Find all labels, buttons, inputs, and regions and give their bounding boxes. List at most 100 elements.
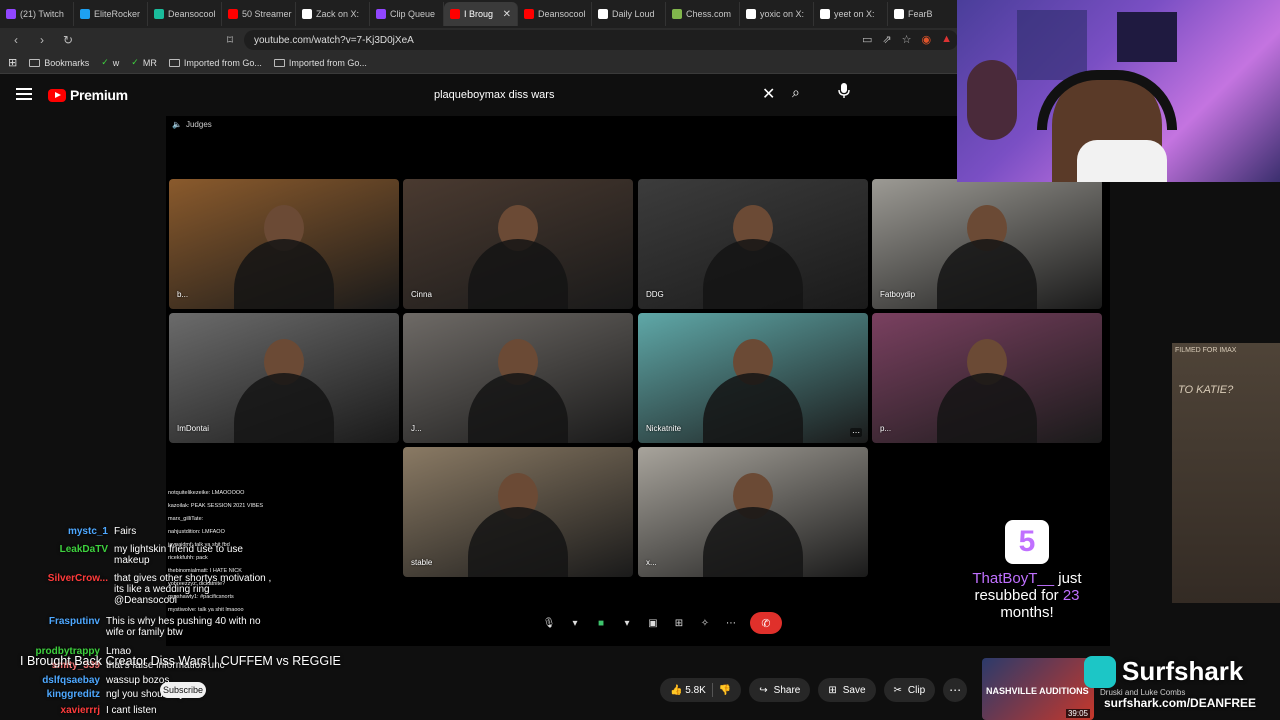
participant-body [234, 239, 334, 309]
chevron-down-icon[interactable]: ▾ [620, 616, 634, 630]
browser-tab[interactable]: Zack on X: [296, 2, 370, 26]
participant-body [468, 507, 568, 577]
cast-icon[interactable]: ▭ [862, 33, 872, 46]
bookmark-item[interactable]: ✓ MR [131, 57, 157, 68]
share-label: Share [773, 684, 801, 696]
resub-months: 23 [1062, 587, 1080, 604]
grid-view-icon[interactable]: ⊞ [672, 616, 686, 630]
tab-label: Daily Loud [612, 9, 655, 19]
participant-tile[interactable]: ImDontai [169, 313, 399, 443]
participant-more-icon[interactable]: ⋯ [850, 428, 862, 437]
participant-name: Cinna [411, 290, 432, 299]
browser-tab[interactable]: Deansocool [518, 2, 592, 26]
save-button[interactable]: ⊞ Save [818, 678, 876, 702]
tab-favicon-icon [154, 9, 164, 19]
url-actions: ▭ ⇗ ☆ ◉ ▲ [862, 33, 952, 46]
microphone-icon[interactable] [838, 83, 856, 105]
bookmark-star-icon[interactable]: ☆ [902, 33, 912, 46]
close-tab-icon[interactable]: ✕ [503, 9, 511, 20]
chat-message: Frasputinv This is why hes pushing 40 wit… [20, 616, 266, 638]
apps-grid-icon[interactable]: ⊞ [8, 56, 17, 69]
participant-tile[interactable]: Fatboydip [872, 179, 1102, 309]
sponsor-url: surfshark.com/DEANFREE [1104, 696, 1257, 710]
extension-icon[interactable]: ◉ [922, 33, 932, 46]
wall-poster [1117, 12, 1177, 62]
browser-tab[interactable]: 50 Streamer [222, 2, 296, 26]
browser-tab[interactable]: yeet on X: [814, 2, 888, 26]
movie-poster-overlay [1172, 343, 1280, 603]
participant-tile[interactable]: J... [403, 313, 633, 443]
forward-icon[interactable]: › [34, 32, 50, 48]
browser-address-bar: ‹ › ↻ youtube.com/watch?v=7-Kj3D0jXeA ▭ … [0, 28, 960, 52]
browser-tab[interactable]: FearB [888, 2, 960, 26]
dislike-icon[interactable]: 👎 [719, 685, 731, 696]
search-icon[interactable]: ⌕ [792, 84, 800, 101]
participant-tile[interactable]: x... [638, 447, 868, 577]
participant-tile[interactable]: b... [169, 179, 399, 309]
effects-icon[interactable]: ✧ [698, 616, 712, 630]
back-icon[interactable]: ‹ [8, 32, 24, 48]
participant-tile[interactable]: Nickatnite ⋯ [638, 313, 868, 443]
mic-toggle-icon[interactable]: 🎙 [542, 616, 556, 630]
bookmark-label: w [112, 57, 120, 68]
subscribe-button[interactable]: Subscribe [160, 682, 206, 698]
tab-label: yeet on X: [834, 9, 875, 19]
hamburger-menu-icon[interactable] [16, 88, 32, 100]
bookmark-item[interactable]: Bookmarks [29, 58, 89, 68]
chat-text: This is why hes pushing 40 with no wife … [106, 616, 261, 638]
like-dislike-group: 👍 5.8K 👎 [660, 678, 742, 702]
more-actions-button[interactable]: ⋯ [943, 678, 968, 702]
browser-tab[interactable]: yoxic on X: [740, 2, 814, 26]
share-page-icon[interactable]: ⇗ [882, 33, 891, 46]
screen-share-icon[interactable]: ▣ [646, 616, 660, 630]
chat-username: Frasputinv [48, 616, 100, 627]
participant-tile[interactable]: DDG [638, 179, 868, 309]
bookmark-label: Imported from Go... [183, 57, 262, 68]
tab-label: (21) Twitch [20, 9, 64, 19]
tab-favicon-icon [302, 9, 312, 19]
surfshark-logo-icon [1084, 656, 1116, 688]
tab-label: Deansocool [168, 9, 216, 19]
browser-tab[interactable]: Chess.com [666, 2, 740, 26]
like-button[interactable]: 👍 5.8K [670, 685, 706, 696]
tab-favicon-icon [6, 9, 16, 19]
streamer-webcam [957, 0, 1280, 182]
bookmark-item[interactable]: ✓ w [101, 57, 119, 68]
browser-tab[interactable]: Daily Loud [592, 2, 666, 26]
bookmark-icon[interactable]: ⌑ [222, 32, 238, 48]
folder-icon [168, 58, 180, 67]
youtube-premium-logo[interactable]: Premium [48, 87, 128, 103]
participant-tile[interactable]: stable [403, 447, 633, 577]
reload-icon[interactable]: ↻ [60, 32, 76, 48]
clip-button[interactable]: ✂ Clip [883, 678, 936, 702]
camera-toggle-icon[interactable]: ■ [594, 616, 608, 630]
more-options-icon[interactable]: ⋯ [724, 616, 738, 630]
participant-body [703, 239, 803, 309]
participant-name: stable [411, 558, 433, 567]
participant-body [937, 373, 1037, 443]
chat-text: Fairs [114, 526, 137, 537]
resub-username: ThatBoyT__ [972, 570, 1055, 587]
sponsor-overlay: Surfshark surfshark.com/DEANFREE [982, 656, 1280, 720]
participant-tile[interactable]: Cinna [403, 179, 633, 309]
search-input[interactable]: plaqueboymax diss wars [424, 83, 786, 107]
logo-text: Premium [70, 87, 128, 103]
url-field[interactable]: youtube.com/watch?v=7-Kj3D0jXeA ▭ ⇗ ☆ ◉ … [244, 30, 958, 50]
chat-message: dslfqsaebay wassup bozos [20, 675, 169, 686]
bookmark-item[interactable]: Imported from Go... [168, 57, 262, 68]
bookmark-item[interactable]: Imported from Go... [273, 58, 367, 68]
participant-tile[interactable]: p... [872, 313, 1102, 443]
end-call-button[interactable]: ✆ [750, 612, 782, 634]
tab-favicon-icon [376, 9, 386, 19]
browser-tab[interactable]: (21) Twitch [0, 2, 74, 26]
share-button[interactable]: ↪ Share [749, 678, 811, 702]
browser-tab[interactable]: I Broug ✕ [444, 2, 518, 26]
browser-tab[interactable]: Clip Queue [370, 2, 444, 26]
browser-tab[interactable]: Deansocool [148, 2, 222, 26]
browser-tab[interactable]: EliteRocker [74, 2, 148, 26]
chevron-down-icon[interactable]: ▾ [568, 616, 582, 630]
bookmark-label: Bookmarks [44, 57, 90, 68]
adblock-icon[interactable]: ▲ [941, 33, 952, 46]
clear-search-icon[interactable]: ✕ [762, 84, 775, 104]
embedded-chat-line: mystiwolve: talk ya shit lmaooo [168, 607, 244, 613]
